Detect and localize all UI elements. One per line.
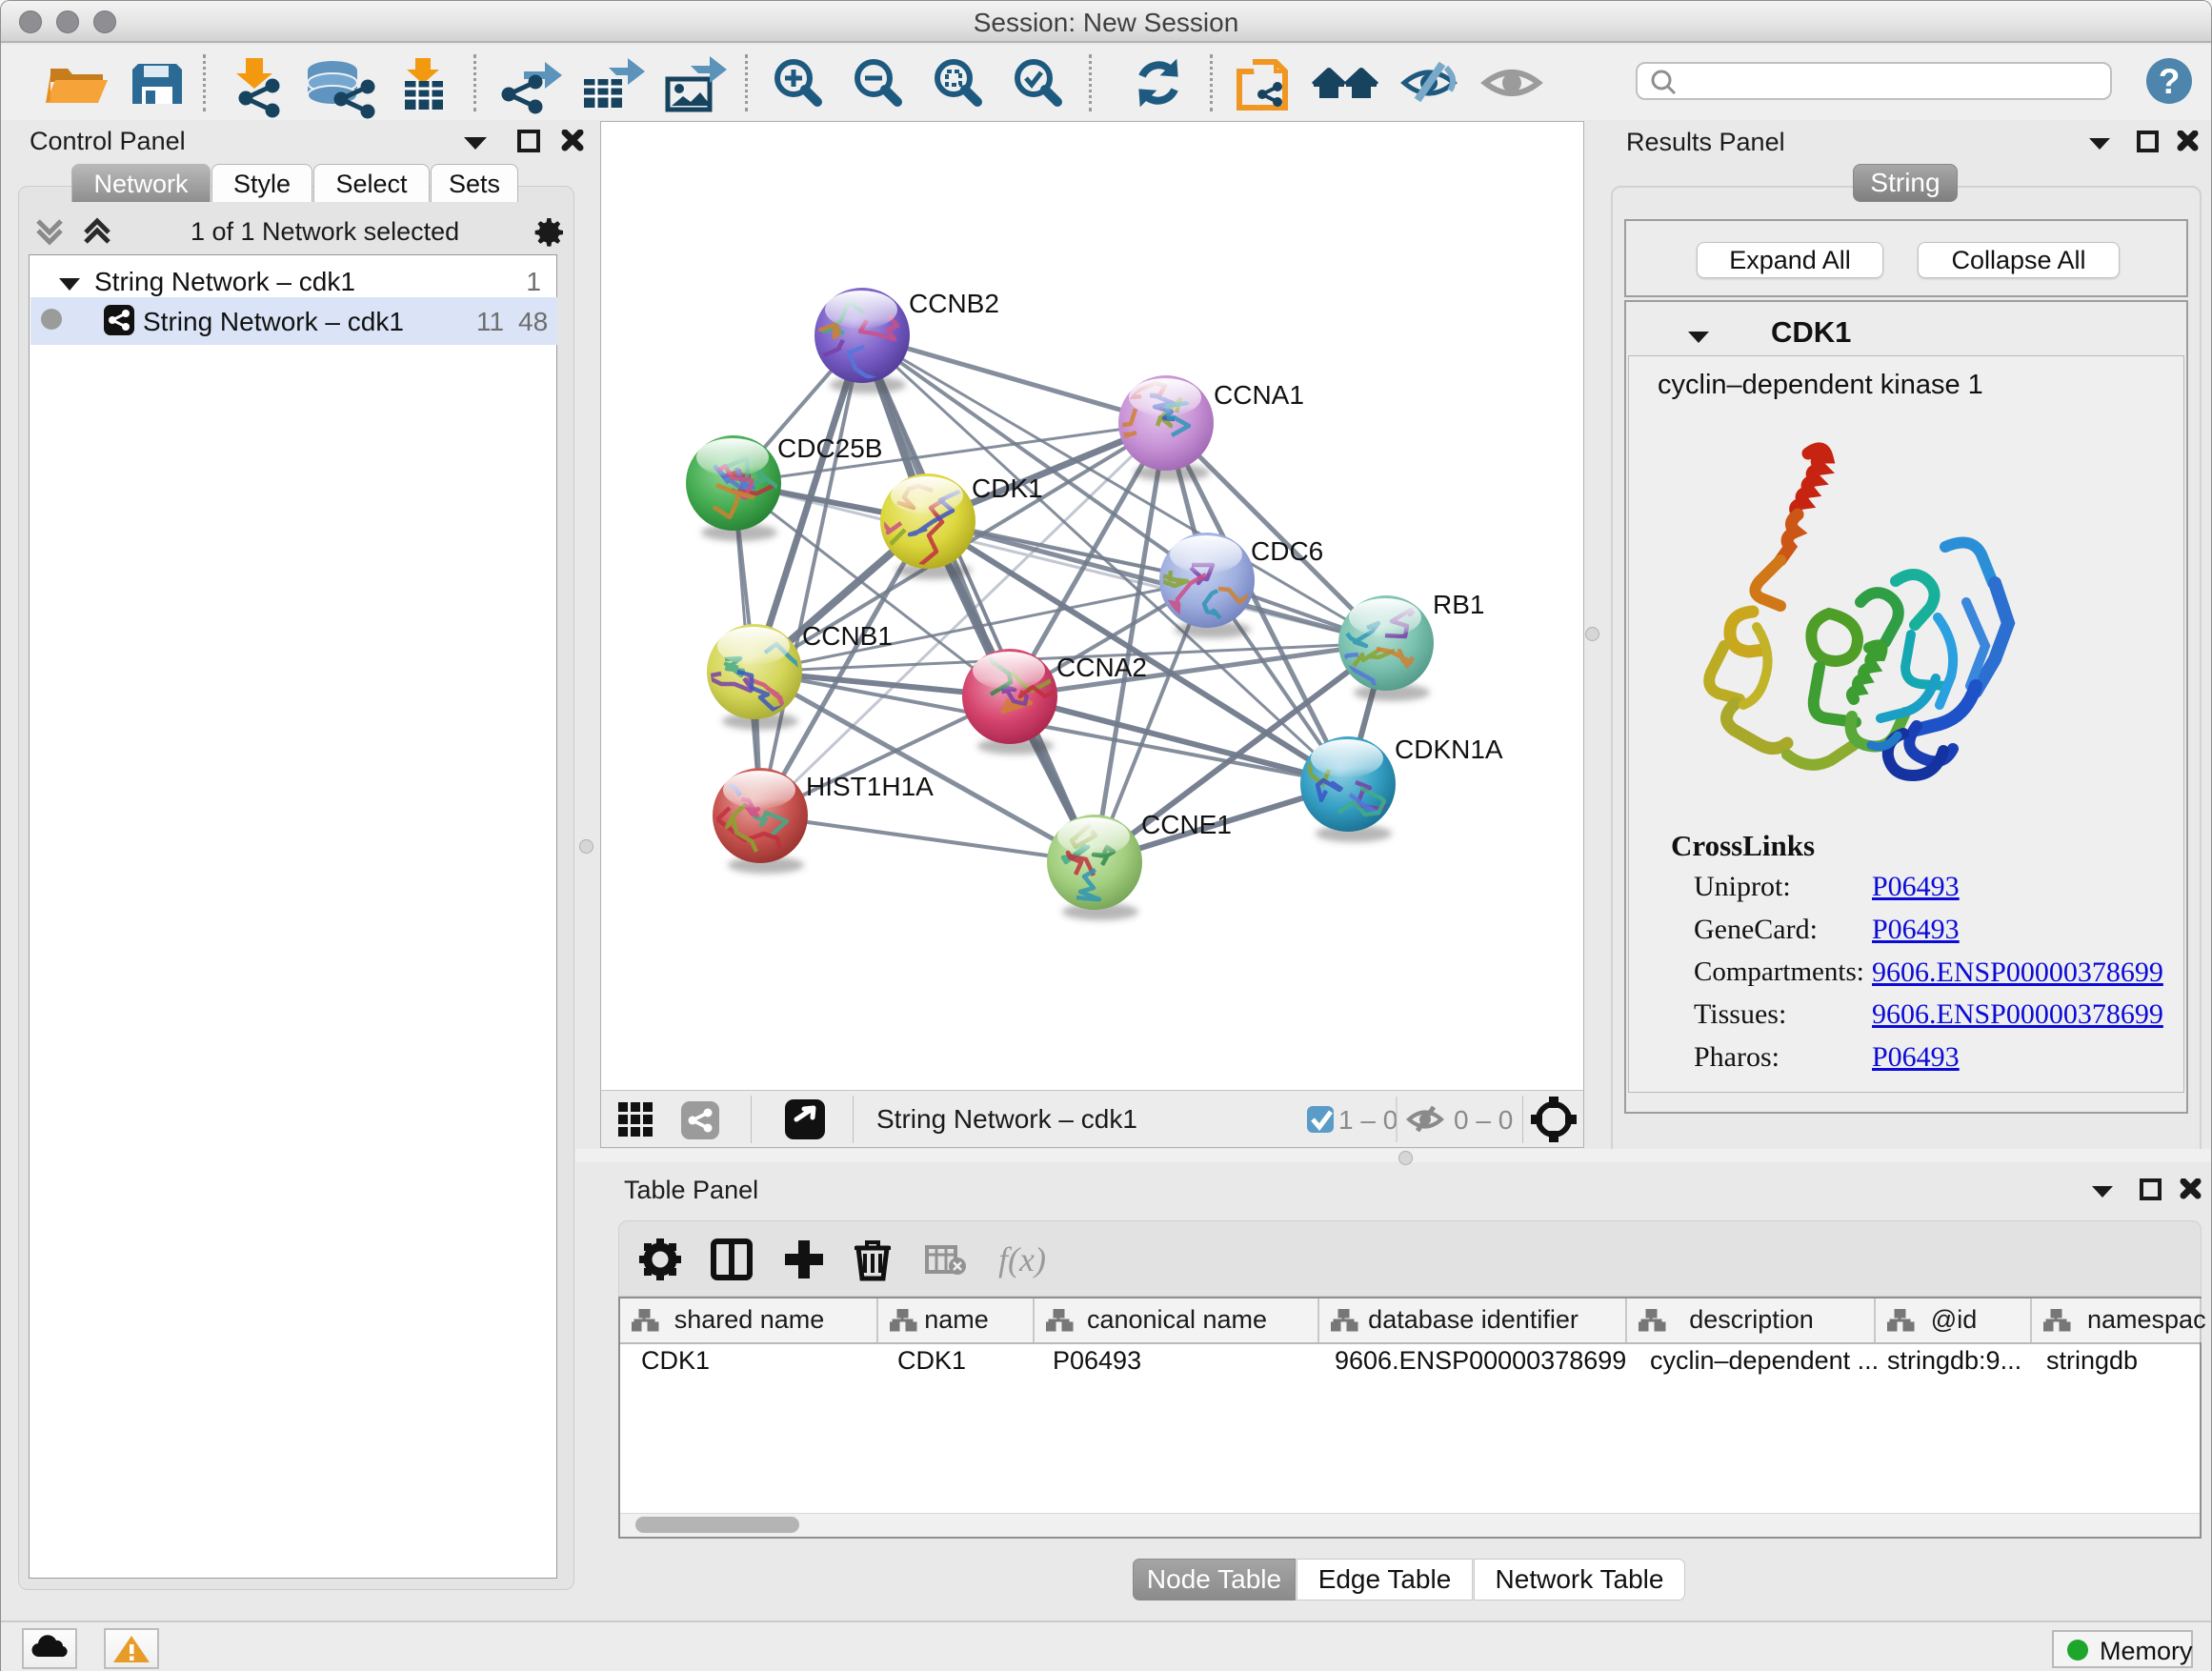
svg-text:CCNE1: CCNE1 — [1141, 810, 1232, 839]
svg-text:HIST1H1A: HIST1H1A — [806, 772, 934, 801]
svg-text:CDKN1A: CDKN1A — [1395, 735, 1503, 764]
svg-text:CCNA2: CCNA2 — [1056, 653, 1147, 682]
svg-text:?: ? — [2159, 62, 2181, 101]
svg-text:CCNA1: CCNA1 — [1214, 380, 1304, 410]
svg-text:RB1: RB1 — [1433, 590, 1484, 619]
svg-text:f(x): f(x) — [998, 1240, 1046, 1278]
svg-text:0 – 0: 0 – 0 — [1454, 1105, 1513, 1135]
svg-text:CCNB2: CCNB2 — [909, 289, 999, 318]
svg-text:CCNB1: CCNB1 — [802, 621, 893, 651]
svg-text:CDC25B: CDC25B — [777, 433, 882, 463]
svg-text:CDK1: CDK1 — [972, 473, 1043, 503]
svg-text:1 – 0: 1 – 0 — [1338, 1105, 1398, 1135]
svg-text:CDC6: CDC6 — [1251, 536, 1323, 566]
